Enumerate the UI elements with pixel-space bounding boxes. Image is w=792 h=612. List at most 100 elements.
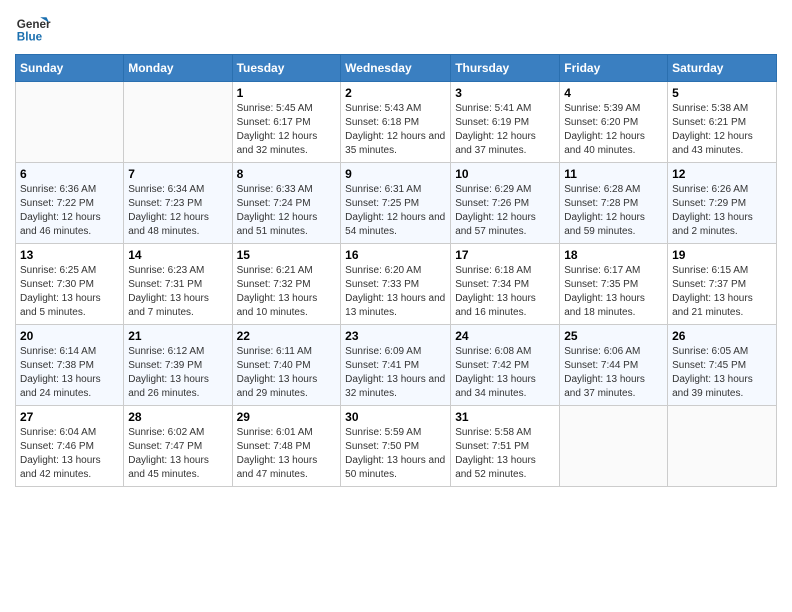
day-number: 6 bbox=[20, 167, 119, 181]
day-info: Sunrise: 5:39 AM Sunset: 6:20 PM Dayligh… bbox=[564, 102, 663, 158]
day-info: Sunrise: 6:33 AM Sunset: 7:24 PM Dayligh… bbox=[237, 183, 337, 239]
calendar-cell: 12 Sunrise: 6:26 AM Sunset: 7:29 PM Dayli… bbox=[668, 163, 777, 244]
day-info: Sunrise: 6:06 AM Sunset: 7:44 PM Dayligh… bbox=[564, 345, 663, 401]
week-row-5: 27Sunrise: 6:04 AM Sunset: 7:46 PM Dayli… bbox=[16, 406, 777, 487]
calendar-cell: 13 Sunrise: 6:25 AM Sunset: 7:30 PM Dayli… bbox=[16, 244, 124, 325]
col-header-wednesday: Wednesday bbox=[341, 55, 451, 82]
day-info: Sunrise: 6:36 AM Sunset: 7:22 PM Dayligh… bbox=[20, 183, 119, 239]
day-info: Sunrise: 6:11 AM Sunset: 7:40 PM Dayligh… bbox=[237, 345, 337, 401]
day-info: Sunrise: 6:28 AM Sunset: 7:28 PM Dayligh… bbox=[564, 183, 663, 239]
day-info: Sunrise: 6:34 AM Sunset: 7:23 PM Dayligh… bbox=[128, 183, 227, 239]
logo: General Blue bbox=[15, 10, 51, 46]
day-number: 18 bbox=[564, 248, 663, 262]
day-info: Sunrise: 6:14 AM Sunset: 7:38 PM Dayligh… bbox=[20, 345, 119, 401]
svg-text:Blue: Blue bbox=[17, 31, 43, 44]
calendar-cell: 30 Sunrise: 5:59 AM Sunset: 7:50 PM Dayli… bbox=[341, 406, 451, 487]
day-info: Sunrise: 5:43 AM Sunset: 6:18 PM Dayligh… bbox=[345, 102, 446, 158]
day-info: Sunrise: 6:17 AM Sunset: 7:35 PM Dayligh… bbox=[564, 264, 663, 320]
day-number: 28 bbox=[128, 410, 227, 424]
calendar-cell bbox=[124, 82, 232, 163]
page-header: General Blue bbox=[15, 10, 777, 46]
day-number: 13 bbox=[20, 248, 119, 262]
calendar-cell: 18 Sunrise: 6:17 AM Sunset: 7:35 PM Dayli… bbox=[560, 244, 668, 325]
day-number: 24 bbox=[455, 329, 555, 343]
day-number: 9 bbox=[345, 167, 446, 181]
col-header-saturday: Saturday bbox=[668, 55, 777, 82]
day-info: Sunrise: 5:59 AM Sunset: 7:50 PM Dayligh… bbox=[345, 426, 446, 482]
day-number: 17 bbox=[455, 248, 555, 262]
week-row-1: 1 Sunrise: 5:45 AM Sunset: 6:17 PM Daylig… bbox=[16, 82, 777, 163]
calendar-cell: 4 Sunrise: 5:39 AM Sunset: 6:20 PM Daylig… bbox=[560, 82, 668, 163]
day-info: Sunrise: 6:15 AM Sunset: 7:37 PM Dayligh… bbox=[672, 264, 772, 320]
day-info: Sunrise: 6:21 AM Sunset: 7:32 PM Dayligh… bbox=[237, 264, 337, 320]
calendar-cell: 22 Sunrise: 6:11 AM Sunset: 7:40 PM Dayli… bbox=[232, 325, 341, 406]
day-info: Sunrise: 6:20 AM Sunset: 7:33 PM Dayligh… bbox=[345, 264, 446, 320]
day-number: 10 bbox=[455, 167, 555, 181]
calendar-cell: 21 Sunrise: 6:12 AM Sunset: 7:39 PM Dayli… bbox=[124, 325, 232, 406]
day-info: Sunrise: 6:18 AM Sunset: 7:34 PM Dayligh… bbox=[455, 264, 555, 320]
day-number: 14 bbox=[128, 248, 227, 262]
day-number: 3 bbox=[455, 86, 555, 100]
calendar-cell: 28 Sunrise: 6:02 AM Sunset: 7:47 PM Dayli… bbox=[124, 406, 232, 487]
day-info: Sunrise: 5:58 AM Sunset: 7:51 PM Dayligh… bbox=[455, 426, 555, 482]
col-header-tuesday: Tuesday bbox=[232, 55, 341, 82]
calendar-cell: 19 Sunrise: 6:15 AM Sunset: 7:37 PM Dayli… bbox=[668, 244, 777, 325]
day-number: 23 bbox=[345, 329, 446, 343]
calendar-cell: 17 Sunrise: 6:18 AM Sunset: 7:34 PM Dayli… bbox=[451, 244, 560, 325]
day-info: Sunrise: 6:26 AM Sunset: 7:29 PM Dayligh… bbox=[672, 183, 772, 239]
calendar-cell: 3 Sunrise: 5:41 AM Sunset: 6:19 PM Daylig… bbox=[451, 82, 560, 163]
calendar-cell: 14 Sunrise: 6:23 AM Sunset: 7:31 PM Dayli… bbox=[124, 244, 232, 325]
day-number: 1 bbox=[237, 86, 337, 100]
col-header-thursday: Thursday bbox=[451, 55, 560, 82]
day-info: Sunrise: 6:02 AM Sunset: 7:47 PM Dayligh… bbox=[128, 426, 227, 482]
day-number: 25 bbox=[564, 329, 663, 343]
calendar-cell: 20Sunrise: 6:14 AM Sunset: 7:38 PM Dayli… bbox=[16, 325, 124, 406]
day-info: Sunrise: 5:41 AM Sunset: 6:19 PM Dayligh… bbox=[455, 102, 555, 158]
calendar-cell: 2 Sunrise: 5:43 AM Sunset: 6:18 PM Daylig… bbox=[341, 82, 451, 163]
calendar-cell: 16Sunrise: 6:20 AM Sunset: 7:33 PM Dayli… bbox=[341, 244, 451, 325]
day-info: Sunrise: 5:38 AM Sunset: 6:21 PM Dayligh… bbox=[672, 102, 772, 158]
calendar-cell: 8 Sunrise: 6:33 AM Sunset: 7:24 PM Daylig… bbox=[232, 163, 341, 244]
day-number: 12 bbox=[672, 167, 772, 181]
day-number: 2 bbox=[345, 86, 446, 100]
day-info: Sunrise: 6:05 AM Sunset: 7:45 PM Dayligh… bbox=[672, 345, 772, 401]
calendar-cell bbox=[16, 82, 124, 163]
week-row-4: 20Sunrise: 6:14 AM Sunset: 7:38 PM Dayli… bbox=[16, 325, 777, 406]
week-row-3: 13 Sunrise: 6:25 AM Sunset: 7:30 PM Dayli… bbox=[16, 244, 777, 325]
day-info: Sunrise: 6:08 AM Sunset: 7:42 PM Dayligh… bbox=[455, 345, 555, 401]
day-number: 8 bbox=[237, 167, 337, 181]
day-number: 4 bbox=[564, 86, 663, 100]
calendar-cell: 6 Sunrise: 6:36 AM Sunset: 7:22 PM Daylig… bbox=[16, 163, 124, 244]
calendar-cell bbox=[560, 406, 668, 487]
header-row: SundayMondayTuesdayWednesdayThursdayFrid… bbox=[16, 55, 777, 82]
day-number: 27 bbox=[20, 410, 119, 424]
day-info: Sunrise: 5:45 AM Sunset: 6:17 PM Dayligh… bbox=[237, 102, 337, 158]
calendar-cell bbox=[668, 406, 777, 487]
day-number: 21 bbox=[128, 329, 227, 343]
calendar-cell: 27Sunrise: 6:04 AM Sunset: 7:46 PM Dayli… bbox=[16, 406, 124, 487]
day-number: 7 bbox=[128, 167, 227, 181]
calendar-cell: 15Sunrise: 6:21 AM Sunset: 7:32 PM Dayli… bbox=[232, 244, 341, 325]
col-header-sunday: Sunday bbox=[16, 55, 124, 82]
calendar-cell: 1 Sunrise: 5:45 AM Sunset: 6:17 PM Daylig… bbox=[232, 82, 341, 163]
day-info: Sunrise: 6:12 AM Sunset: 7:39 PM Dayligh… bbox=[128, 345, 227, 401]
day-info: Sunrise: 6:29 AM Sunset: 7:26 PM Dayligh… bbox=[455, 183, 555, 239]
day-info: Sunrise: 6:23 AM Sunset: 7:31 PM Dayligh… bbox=[128, 264, 227, 320]
calendar-cell: 26 Sunrise: 6:05 AM Sunset: 7:45 PM Dayli… bbox=[668, 325, 777, 406]
week-row-2: 6 Sunrise: 6:36 AM Sunset: 7:22 PM Daylig… bbox=[16, 163, 777, 244]
day-number: 26 bbox=[672, 329, 772, 343]
day-number: 11 bbox=[564, 167, 663, 181]
calendar-cell: 24 Sunrise: 6:08 AM Sunset: 7:42 PM Dayli… bbox=[451, 325, 560, 406]
calendar-cell: 31 Sunrise: 5:58 AM Sunset: 7:51 PM Dayli… bbox=[451, 406, 560, 487]
day-number: 5 bbox=[672, 86, 772, 100]
day-number: 30 bbox=[345, 410, 446, 424]
day-info: Sunrise: 6:01 AM Sunset: 7:48 PM Dayligh… bbox=[237, 426, 337, 482]
col-header-monday: Monday bbox=[124, 55, 232, 82]
day-number: 22 bbox=[237, 329, 337, 343]
day-number: 29 bbox=[237, 410, 337, 424]
day-info: Sunrise: 6:25 AM Sunset: 7:30 PM Dayligh… bbox=[20, 264, 119, 320]
day-number: 31 bbox=[455, 410, 555, 424]
calendar-cell: 25 Sunrise: 6:06 AM Sunset: 7:44 PM Dayli… bbox=[560, 325, 668, 406]
day-number: 19 bbox=[672, 248, 772, 262]
calendar-table: SundayMondayTuesdayWednesdayThursdayFrid… bbox=[15, 54, 777, 487]
